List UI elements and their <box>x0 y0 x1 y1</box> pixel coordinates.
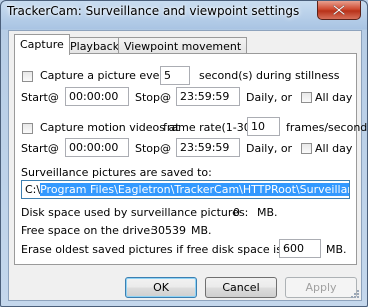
disk-used-label: Disk space used by surveillance pictures… <box>21 206 249 219</box>
window-title: TrackerCam: Surveillance and viewpoint s… <box>7 4 300 18</box>
capture-picture-checkbox[interactable] <box>22 71 33 82</box>
capture-picture-label: Capture a picture every <box>40 69 171 82</box>
save-path-drive: C:\ <box>25 183 41 196</box>
picture-daily-label: Daily, or <box>246 91 293 104</box>
dialog-body: Capture Playback Viewpoint movement Capt… <box>8 30 367 301</box>
disk-used-unit: MB. <box>257 206 278 219</box>
frame-rate-label: frame rate(1-30): <box>163 121 259 134</box>
picture-interval-suffix: second(s) during stillness <box>199 69 340 82</box>
video-stop-label: Stop@ <box>135 142 172 155</box>
capture-panel: Capture a picture every 5 second(s) duri… <box>14 53 367 265</box>
picture-interval-input[interactable]: 5 <box>160 66 190 85</box>
capture-video-label: Capture motion videos at <box>40 121 180 134</box>
picture-stop-label: Stop@ <box>135 91 172 104</box>
video-start-label: Start@ <box>21 142 59 155</box>
capture-video-checkbox[interactable] <box>22 123 33 134</box>
resize-grip-icon[interactable] <box>349 288 359 298</box>
picture-allday-label: All day <box>315 91 353 104</box>
free-space-value: 30539 <box>151 224 186 237</box>
ok-button[interactable]: OK <box>125 277 197 298</box>
video-start-input[interactable]: 00:00:00 <box>65 138 129 157</box>
save-path-selection: Program Files\Eagletron\TrackerCam\HTTPR… <box>40 183 349 196</box>
free-space-label: Free space on the drive: <box>21 224 154 237</box>
close-icon <box>333 5 345 15</box>
frame-rate-input[interactable]: 10 <box>247 117 280 136</box>
apply-button[interactable]: Apply <box>285 277 357 298</box>
free-space-unit: MB. <box>191 224 212 237</box>
picture-start-label: Start@ <box>21 91 59 104</box>
erase-threshold-label: Erase oldest saved pictures if free disk… <box>21 243 318 256</box>
close-button[interactable] <box>317 1 361 20</box>
saved-to-label: Surveillance pictures are saved to: <box>21 166 212 179</box>
video-allday-label: All day <box>315 142 353 155</box>
erase-threshold-input[interactable]: 600 <box>279 239 321 258</box>
picture-allday-checkbox[interactable] <box>301 92 312 103</box>
title-bar: TrackerCam: Surveillance and viewpoint s… <box>1 1 367 25</box>
picture-stop-input[interactable]: 23:59:59 <box>176 87 240 106</box>
video-daily-label: Daily, or <box>246 142 293 155</box>
tab-capture[interactable]: Capture <box>14 34 70 55</box>
cancel-button[interactable]: Cancel <box>205 277 277 298</box>
video-allday-checkbox[interactable] <box>301 143 312 154</box>
erase-threshold-unit: MB. <box>326 243 347 256</box>
save-path-input[interactable]: C:\Program Files\Eagletron\TrackerCam\HT… <box>21 180 350 199</box>
video-stop-input[interactable]: 23:59:59 <box>176 138 240 157</box>
disk-used-value: 0 <box>233 206 240 219</box>
settings-window: TrackerCam: Surveillance and viewpoint s… <box>0 0 368 307</box>
picture-start-input[interactable]: 00:00:00 <box>65 87 129 106</box>
frame-rate-suffix: frames/second <box>286 121 368 134</box>
